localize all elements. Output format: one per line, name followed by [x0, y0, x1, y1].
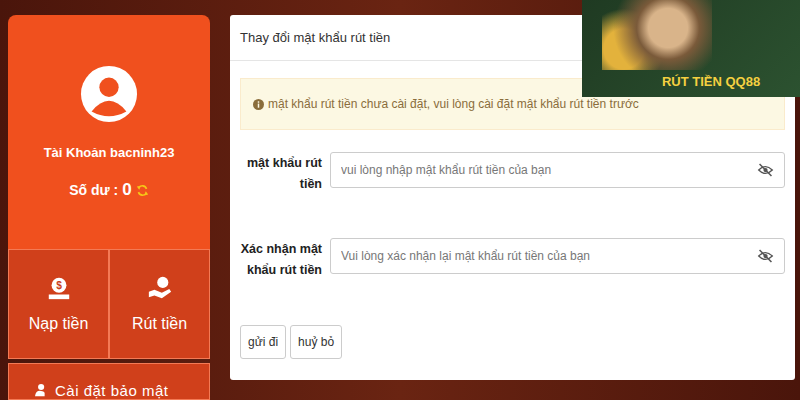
info-icon: [253, 99, 264, 110]
action-button[interactable]: Rút tiền: [109, 249, 210, 359]
form-row: mật khẩu rút tiền: [240, 152, 785, 196]
deposit-icon: $: [46, 275, 72, 301]
password-input[interactable]: [339, 162, 757, 178]
account-sidebar: Tài Khoản bacninh23 Số dư :0 $Nạp tiềnRút …: [8, 15, 210, 400]
password-field[interactable]: [330, 238, 785, 274]
eye-slash-icon[interactable]: [757, 249, 774, 263]
account-name: Tài Khoản bacninh23: [44, 145, 175, 160]
page: Tài Khoản bacninh23 Số dư :0 $Nạp tiềnRút …: [0, 0, 800, 400]
field-label: mật khẩu rút tiền: [240, 152, 322, 196]
action-tiles: $Nạp tiềnRút tiền: [8, 249, 210, 359]
banner-text: RÚT TIỀN QQ88: [582, 74, 800, 89]
withdraw-icon: [147, 275, 173, 301]
eye-slash-icon[interactable]: [757, 163, 774, 177]
svg-text:$: $: [56, 280, 62, 291]
form-button[interactable]: huỷ bỏ: [290, 325, 342, 359]
banner-picture: [602, 0, 712, 70]
balance: Số dư :0: [69, 180, 149, 200]
refresh-icon[interactable]: [136, 184, 149, 197]
user-lock-icon: [35, 383, 49, 397]
security-button[interactable]: Cài đặt bảo mật: [8, 363, 210, 400]
action-button[interactable]: $Nạp tiền: [8, 249, 109, 359]
promo-banner[interactable]: RÚT TIỀN QQ88: [582, 0, 800, 97]
password-field[interactable]: [330, 152, 785, 188]
password-input[interactable]: [339, 248, 757, 264]
field-label: Xác nhận mật khẩu rút tiền: [240, 238, 322, 282]
form-button[interactable]: gửi đi: [240, 325, 286, 359]
avatar-icon: [80, 65, 138, 123]
form-row: Xác nhận mật khẩu rút tiền: [240, 238, 785, 282]
form-buttons: gửi đihuỷ bỏ: [240, 325, 785, 359]
profile: Tài Khoản bacninh23 Số dư :0: [8, 15, 210, 249]
